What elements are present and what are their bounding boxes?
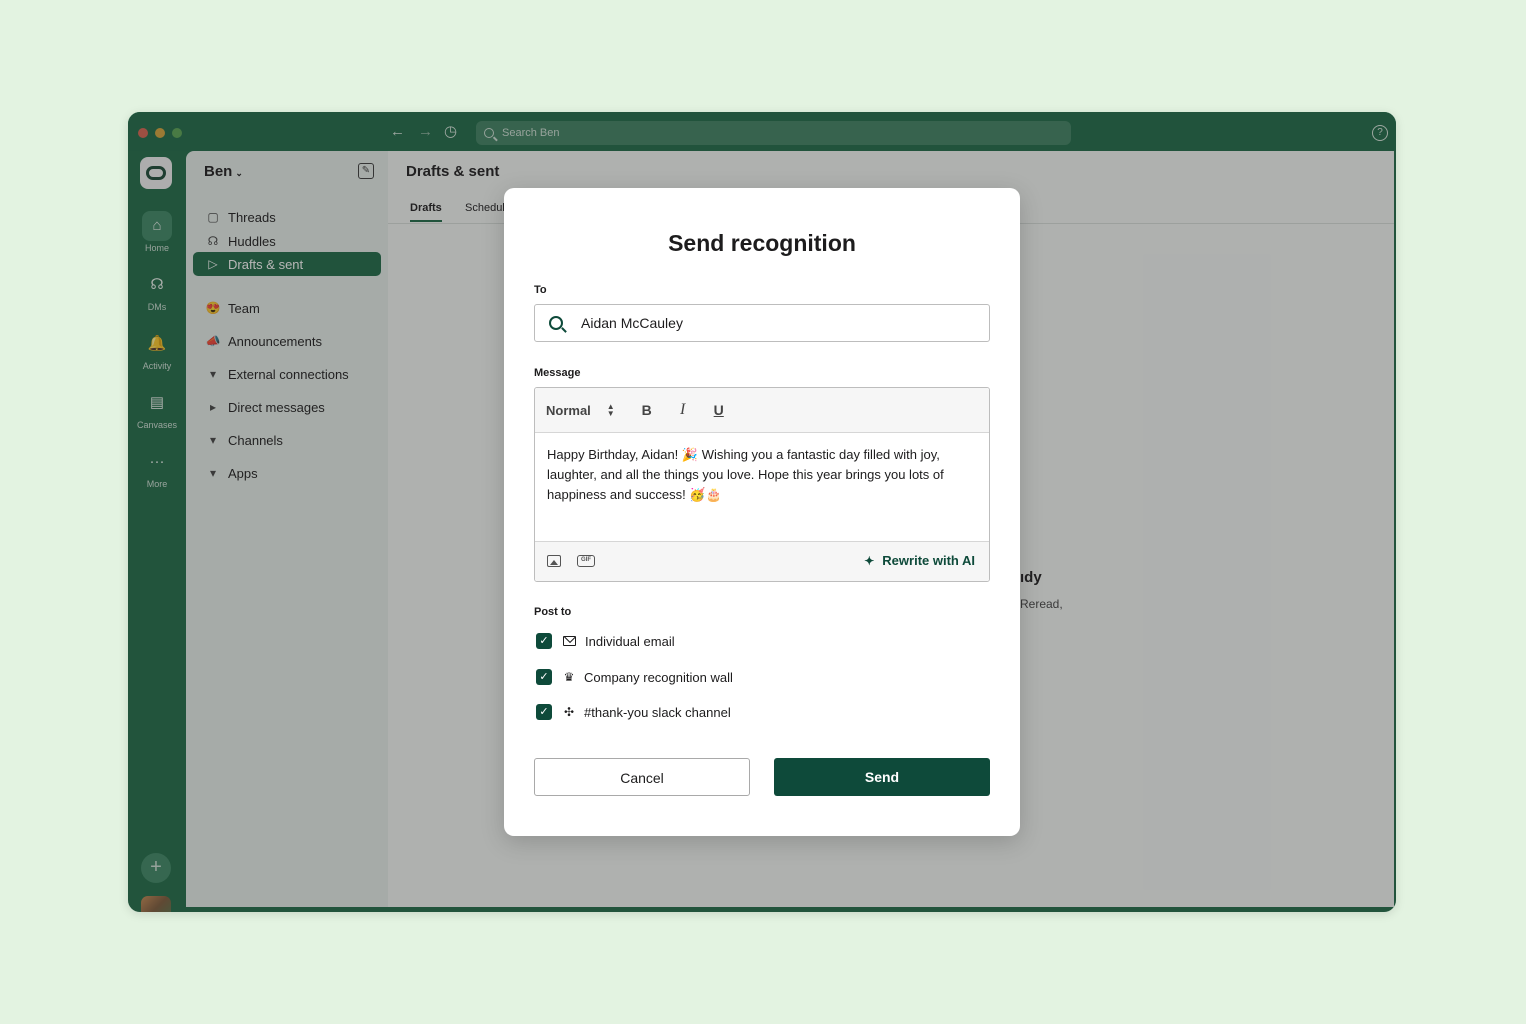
post-option-label: Company recognition wall — [584, 669, 733, 685]
recipient-field[interactable] — [534, 304, 990, 342]
dialog-title: Send recognition — [668, 230, 856, 256]
to-label: To — [534, 284, 547, 296]
underline-button[interactable]: U — [713, 402, 725, 418]
checkbox-checked[interactable]: ✓ — [536, 669, 552, 685]
post-option-recognition-wall[interactable]: ✓ ♛ Company recognition wall — [536, 669, 733, 685]
italic-button[interactable]: I — [677, 401, 689, 419]
checkbox-checked[interactable]: ✓ — [536, 633, 552, 649]
cancel-button[interactable]: Cancel — [534, 758, 750, 796]
search-icon — [549, 316, 563, 330]
text-style-value: Normal — [546, 402, 591, 418]
select-arrows-icon: ▲ ▼ — [606, 402, 615, 418]
gif-icon[interactable]: GIF — [577, 555, 595, 567]
sparkle-icon: ✦ — [864, 553, 875, 568]
slack-icon: ✣ — [563, 705, 575, 719]
rewrite-label: Rewrite with AI — [882, 553, 975, 568]
rewrite-with-ai-button[interactable]: ✦ Rewrite with AI — [864, 553, 975, 568]
post-option-label: Individual email — [585, 633, 675, 649]
post-option-label: #thank-you slack channel — [584, 704, 731, 720]
text-style-select[interactable]: Normal ▲ ▼ — [546, 403, 615, 418]
award-icon: ♛ — [563, 670, 575, 684]
recipient-input[interactable] — [581, 315, 961, 331]
post-option-individual-email[interactable]: ✓ Individual email — [536, 633, 675, 649]
message-editor: Normal ▲ ▼ B I U Happy Birthday, Aidan! 🎉… — [534, 387, 990, 582]
post-to-label: Post to — [534, 606, 572, 618]
send-recognition-dialog: Send recognition To Message Normal ▲▼ B … — [504, 188, 1020, 836]
bold-button[interactable]: B — [641, 402, 653, 418]
post-option-slack-channel[interactable]: ✓ ✣ #thank-you slack channel — [536, 704, 731, 720]
formatting-toolbar: Normal ▲ ▼ B I U — [535, 388, 989, 433]
message-label: Message — [534, 367, 581, 379]
mail-icon — [563, 636, 576, 646]
editor-footer: GIF ✦ Rewrite with AI — [535, 541, 989, 581]
checkbox-checked[interactable]: ✓ — [536, 704, 552, 720]
send-button[interactable]: Send — [774, 758, 990, 796]
message-textarea[interactable]: Happy Birthday, Aidan! 🎉 Wishing you a f… — [547, 445, 979, 505]
image-icon[interactable] — [547, 555, 561, 567]
